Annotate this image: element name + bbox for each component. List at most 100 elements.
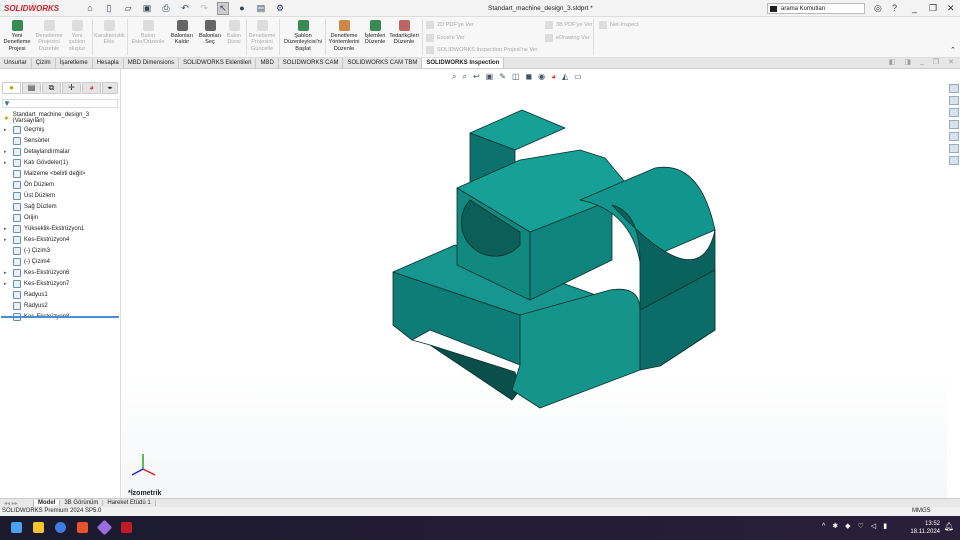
browser-app-icon[interactable] [55,522,66,533]
new-template-button[interactable]: Yeni şablon oluştur [63,20,91,52]
forum-icon[interactable] [948,156,959,165]
rebuild-icon[interactable]: ● [236,3,248,13]
tree-item[interactable]: Üst Düzlem [0,190,120,201]
tab-mbd-dimensions[interactable]: MBD Dimensions [124,58,180,68]
tree-item[interactable]: ▸ Detaylandırmalar [0,146,120,157]
net-inspect-button[interactable]: Net-Inspect [599,21,639,29]
tile-right-icon[interactable]: ◨ [904,58,911,68]
tree-item[interactable]: ▸ Geçmiş [0,124,120,135]
tile-left-icon[interactable]: ◧ [889,58,896,68]
export-inspection-project-button[interactable]: SOLIDWORKS Inspection Projesi'ne Ver [426,46,538,54]
select-balloons-button[interactable]: Balonları Seç [195,20,225,46]
app-icon[interactable] [96,519,113,536]
tree-item[interactable]: Malzeme <belirli değil> [0,168,120,179]
expand-arrow-icon[interactable]: ▸ [4,281,7,287]
open-icon[interactable]: ▱ [122,3,134,14]
undo-icon[interactable]: ↶ [179,3,191,14]
file-explorer-icon[interactable] [948,108,959,117]
home-icon[interactable]: ⌂ [84,3,96,13]
clock[interactable]: 13:52 18.11.2024 [910,520,940,536]
tree-root[interactable]: ✦ Standart_machine_design_3 (Varsayılan) [0,112,120,124]
tree-item[interactable]: ▸ Kes-Ekstrüzyon6 [0,267,120,278]
tree-item[interactable]: ▸ Kes-Ekstrüzyon7 [0,278,120,289]
tree-item[interactable]: ▸ Katı Gövdeler(1) [0,157,120,168]
tree-item[interactable]: Ön Düzlem [0,179,120,190]
command-search-input[interactable]: arama Komutları [767,3,865,14]
display-style-icon[interactable]: ◼ [526,72,533,82]
template-editor-button[interactable]: Şablon Düzenleyicisi'ni Başlat [282,20,324,52]
section-view-icon[interactable]: ▣ [486,72,494,82]
balloon-pattern-button[interactable]: Balon Dizisi [222,20,246,46]
tab-scroll-arrows[interactable]: ◂◂ ▸▸ [0,499,34,507]
apply-scene-icon[interactable]: ◭ [562,72,568,82]
start-icon[interactable] [11,522,22,533]
remove-balloons-button[interactable]: Balonları Kaldır [167,20,197,46]
close-button[interactable]: ✕ [947,3,955,14]
view-settings-icon[interactable]: ▭ [574,72,582,82]
expand-arrow-icon[interactable]: ▸ [4,226,7,232]
tab-model[interactable]: Model [34,500,61,506]
dynamic-annotation-icon[interactable]: ✎ [499,72,506,82]
tree-item[interactable]: Orijin [0,212,120,223]
expand-arrow-icon[interactable]: ▸ [4,160,7,166]
add-edit-balloon-button[interactable]: Balon Ekle/Düzenle [131,20,165,46]
tree-item[interactable]: ▸ Kes-Ekstrüzyon4 [0,234,120,245]
filter-icon[interactable]: ▼ [2,99,118,108]
edit-operations-button[interactable]: İşlemleri Düzenle [362,20,388,46]
redo-icon[interactable]: ↷ [198,3,210,14]
select-icon[interactable]: ↖ [217,1,229,15]
options-gear-icon[interactable]: ⚙ [274,3,286,14]
solidworks-app-icon[interactable] [121,522,132,533]
panel-tabs-scroll[interactable]: ◂▸ [102,82,118,94]
display-manager-tab-icon[interactable]: ◕ [82,82,101,94]
design-library-icon[interactable] [948,96,959,105]
brave-app-icon[interactable] [77,522,88,533]
update-inspection-project-button[interactable]: Denetleme Projesini Güncelle [247,20,277,52]
doc-close-button[interactable]: ✕ [948,58,954,68]
tab-3d-view[interactable]: 3B Görünüm [60,500,104,506]
tree-item[interactable]: ▸ Yükseklik-Ekstrüzyon1 [0,223,120,234]
tab-isaretleme[interactable]: İşaretleme [56,58,93,68]
export-2d-pdf-button[interactable]: 2D PDF'ye Ver [426,21,474,29]
tree-item[interactable]: Sağ Düzlem [0,201,120,212]
help-icon[interactable]: ? [892,3,897,13]
solidworks-resources-icon[interactable] [948,84,959,93]
add-characteristic-button[interactable]: Karakteristik Ekle [94,20,125,46]
export-3d-pdf-button[interactable]: 3B PDF'ye Ver [545,21,593,29]
print-icon[interactable]: ⎙ [160,3,172,14]
custom-properties-icon[interactable] [948,144,959,153]
account-icon[interactable]: ◎ [874,3,882,14]
doc-restore-button[interactable]: ❐ [933,58,939,68]
previous-view-icon[interactable]: ↩ [473,72,480,82]
model-viewport[interactable] [122,69,947,498]
hide-show-items-icon[interactable]: ◉ [538,72,545,82]
graphics-area[interactable]: *İzometrik [122,69,947,498]
collapse-ribbon-icon[interactable]: ⌃ [950,46,956,54]
new-file-icon[interactable]: ▯ [103,3,115,14]
solidworks-logo[interactable]: SOLIDWORKS [4,4,66,13]
expand-arrow-icon[interactable]: ▸ [4,149,7,155]
file-explorer-app-icon[interactable] [33,522,44,533]
dimxpert-tab-icon[interactable]: ✛ [62,82,81,94]
tree-item[interactable]: (-) Çizim3 [0,245,120,256]
appearances-icon[interactable] [948,132,959,141]
rollback-bar[interactable] [1,316,119,318]
tab-motion-study[interactable]: Hareket Etüdü 1 [103,500,156,506]
tab-hesapla[interactable]: Hesapla [93,58,124,68]
units-selector[interactable]: MMGS [912,507,931,516]
view-palette-icon[interactable] [948,120,959,129]
edit-inspection-project-button[interactable]: Denetleme Projesini Düzenle [34,20,64,52]
minimize-button[interactable]: _ [912,3,917,13]
notification-bell-icon[interactable]: 🔔︎ [944,522,954,531]
tree-item[interactable]: (-) Çizim4 [0,256,120,267]
configuration-manager-tab-icon[interactable]: ⧉ [42,82,61,94]
restore-button[interactable]: ❐ [929,3,937,14]
file-properties-icon[interactable]: ▤ [255,3,267,14]
tab-solidworks-eklentileri[interactable]: SOLIDWORKS Eklentileri [179,58,257,68]
tree-item[interactable]: Sensörler [0,135,120,146]
view-orientation-icon[interactable]: ◫ [512,72,520,82]
export-excel-button[interactable]: Excel'e Ver [426,34,465,42]
tab-unsurlar[interactable]: Unsurlar [0,58,32,68]
edit-inspection-methods-button[interactable]: Denetleme Yöntemlerini Düzenle [327,20,361,52]
save-icon[interactable]: ▣ [141,3,153,14]
